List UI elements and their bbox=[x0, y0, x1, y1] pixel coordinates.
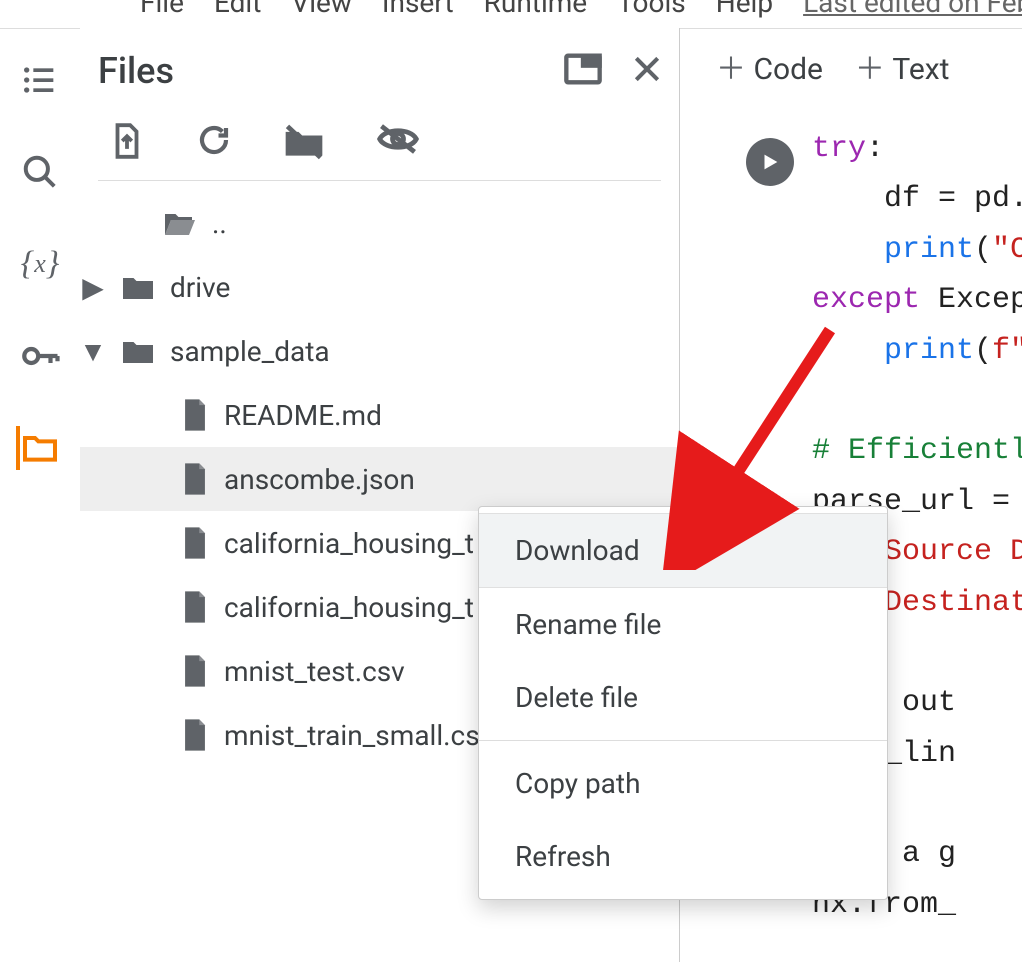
folder-icon[interactable] bbox=[16, 426, 60, 470]
hide-icon[interactable] bbox=[376, 122, 420, 164]
variables-icon[interactable]: {x} bbox=[18, 242, 62, 286]
file-label: california_housing_t bbox=[224, 527, 474, 560]
refresh-icon[interactable] bbox=[196, 122, 232, 164]
cell-toolbar: ＋ Code ＋ Text bbox=[680, 28, 1022, 104]
file-icon bbox=[180, 654, 210, 688]
key-icon[interactable] bbox=[18, 334, 62, 378]
file-label: README.md bbox=[224, 399, 382, 432]
new-window-icon[interactable] bbox=[563, 52, 603, 90]
menu-edit[interactable]: Edit bbox=[214, 0, 261, 19]
panel-title: Files bbox=[98, 50, 174, 92]
ctx-delete[interactable]: Delete file bbox=[479, 661, 887, 734]
ctx-copy-path[interactable]: Copy path bbox=[479, 747, 887, 820]
folder-drive[interactable]: ▶ drive bbox=[80, 255, 679, 319]
updir-row[interactable]: .. bbox=[80, 191, 679, 255]
file-readme[interactable]: README.md bbox=[80, 383, 679, 447]
run-cell-button[interactable] bbox=[746, 138, 794, 186]
folder-open-icon bbox=[162, 208, 198, 238]
menu-file[interactable]: File bbox=[140, 0, 184, 19]
folder-drive-label: drive bbox=[170, 271, 230, 304]
file-label: mnist_train_small.cs bbox=[224, 719, 480, 752]
menu-insert[interactable]: Insert bbox=[382, 0, 454, 19]
folder-sample-data-label: sample_data bbox=[170, 335, 330, 368]
file-label: mnist_test.csv bbox=[224, 655, 405, 688]
context-menu[interactable]: Download Rename file Delete file Copy pa… bbox=[478, 506, 888, 900]
menubar[interactable]: File Edit View Insert Runtime Tools Help… bbox=[140, 0, 1022, 19]
folder-sample-data[interactable]: ▼ sample_data bbox=[80, 319, 679, 383]
toc-icon[interactable] bbox=[18, 58, 62, 102]
file-anscombe[interactable]: anscombe.json bbox=[80, 447, 679, 511]
ctx-download[interactable]: Download bbox=[479, 513, 887, 588]
file-icon bbox=[180, 462, 210, 496]
ctx-refresh[interactable]: Refresh bbox=[479, 820, 887, 893]
menu-help[interactable]: Help bbox=[716, 0, 773, 19]
file-label: california_housing_t bbox=[224, 591, 474, 624]
updir-label: .. bbox=[212, 207, 227, 240]
search-icon[interactable] bbox=[18, 150, 62, 194]
file-icon bbox=[180, 590, 210, 624]
left-iconbar: {x} bbox=[0, 28, 80, 962]
menu-runtime[interactable]: Runtime bbox=[484, 0, 588, 19]
folder-icon bbox=[120, 272, 156, 302]
menu-view[interactable]: View bbox=[291, 0, 352, 19]
add-text-button[interactable]: ＋ Text bbox=[855, 44, 950, 88]
last-edited-link[interactable]: Last edited on Feb bbox=[803, 0, 1022, 19]
chevron-down-icon[interactable]: ▼ bbox=[80, 335, 106, 368]
upload-icon[interactable] bbox=[108, 122, 146, 164]
mount-drive-icon[interactable] bbox=[282, 122, 326, 164]
add-code-button[interactable]: ＋ Code bbox=[716, 44, 823, 88]
file-toolbar bbox=[80, 92, 679, 180]
panel-header: Files bbox=[80, 28, 679, 92]
file-label: anscombe.json bbox=[224, 463, 415, 496]
file-icon bbox=[180, 718, 210, 752]
file-icon bbox=[180, 398, 210, 432]
chevron-right-icon[interactable]: ▶ bbox=[80, 271, 106, 304]
ctx-rename[interactable]: Rename file bbox=[479, 588, 887, 661]
menu-tools[interactable]: Tools bbox=[617, 0, 686, 19]
close-icon[interactable] bbox=[631, 53, 663, 89]
divider bbox=[479, 740, 887, 741]
file-icon bbox=[180, 526, 210, 560]
folder-icon bbox=[120, 336, 156, 366]
